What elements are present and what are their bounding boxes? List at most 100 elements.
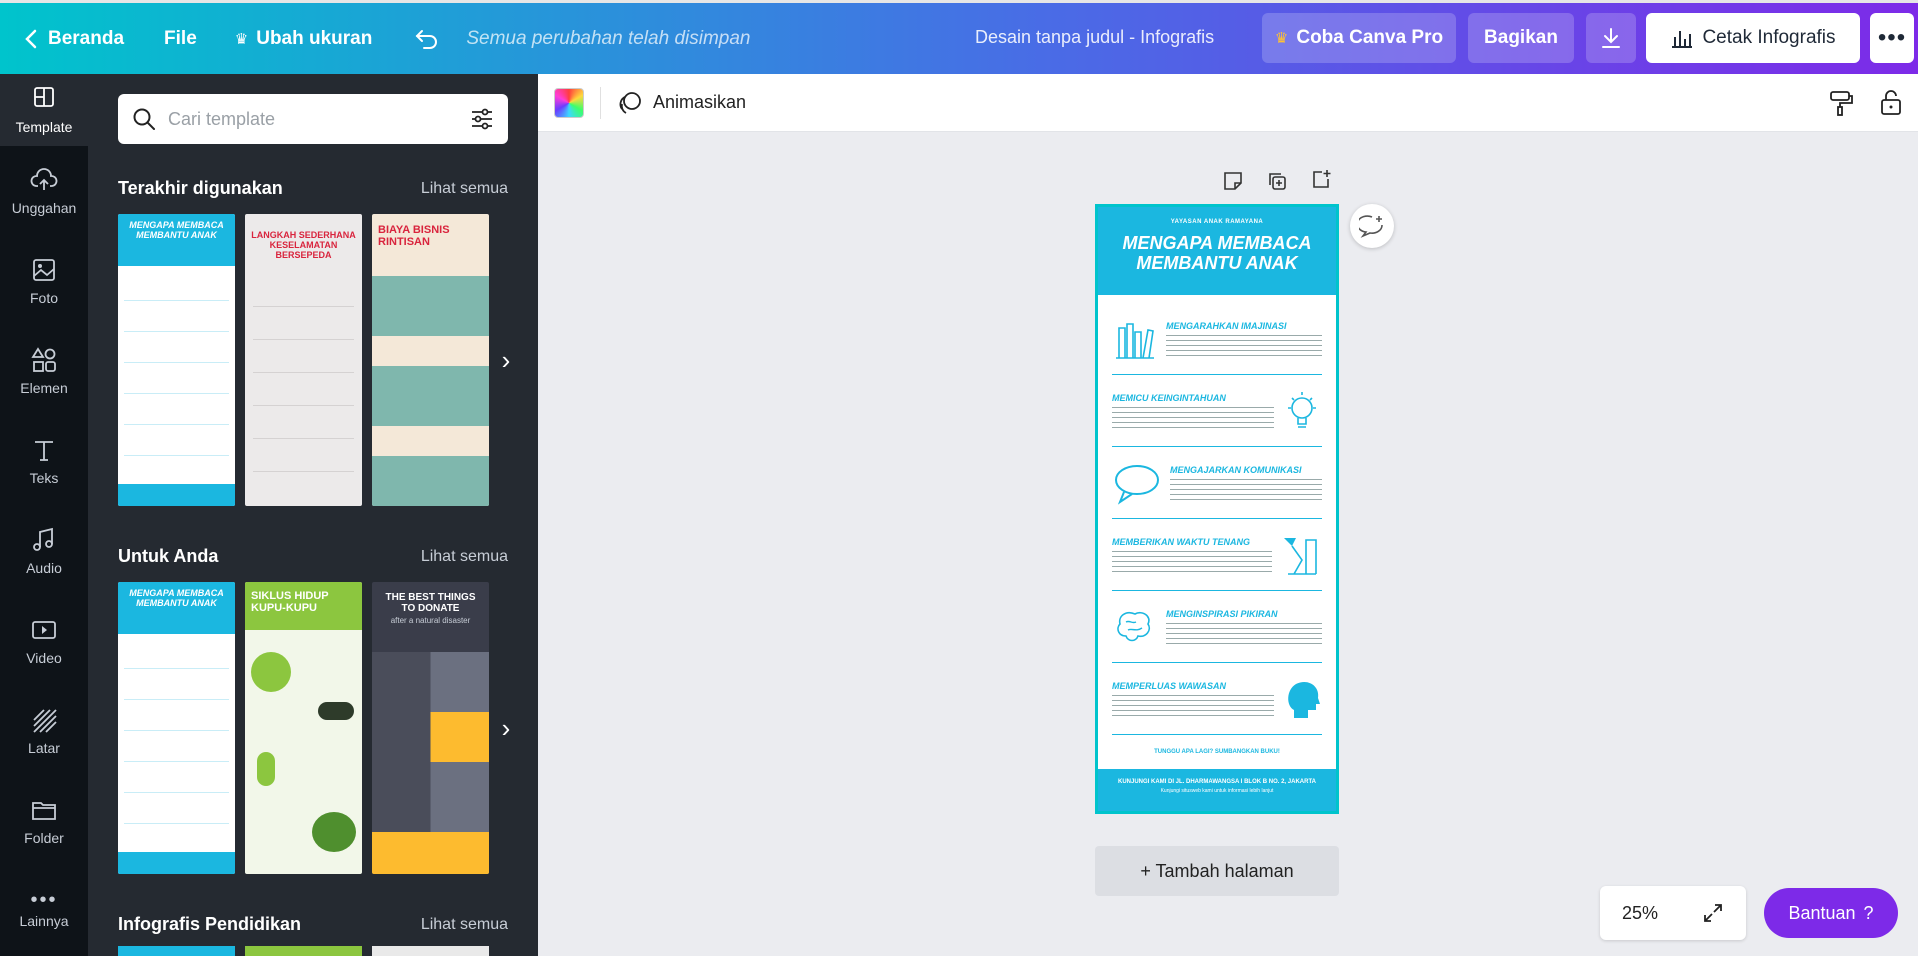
duplicate-page-icon[interactable] <box>1266 170 1288 192</box>
try-pro-button[interactable]: ♛ Coba Canva Pro <box>1262 13 1456 63</box>
rail-label: Teks <box>29 470 59 486</box>
rail-item-elements[interactable]: Elemen <box>0 326 88 416</box>
toolbar-divider <box>600 86 601 119</box>
books-icon <box>1116 322 1154 359</box>
template-thumbnail-partial[interactable] <box>118 946 235 956</box>
rail-item-audio[interactable]: Audio <box>0 506 88 596</box>
animate-icon <box>619 91 641 114</box>
home-label: Beranda <box>48 27 125 49</box>
rail-label: Unggahan <box>11 200 77 216</box>
thumbnail-heading: BIAYA BISNIS RINTISAN <box>378 224 450 248</box>
filter-sliders-icon[interactable] <box>470 107 494 131</box>
brain-icon <box>1117 611 1151 641</box>
add-page-icon[interactable] <box>1310 168 1332 190</box>
resize-label: Ubah ukuran <box>256 27 373 49</box>
save-status: Semua perubahan telah disimpan <box>466 27 751 49</box>
top-bar: Beranda File ♛ Ubah ukuran Semua perubah… <box>0 0 1918 74</box>
section-title-for-you: Untuk Anda <box>118 546 219 566</box>
share-button[interactable]: Bagikan <box>1468 13 1574 63</box>
lock-icon[interactable] <box>1878 88 1904 116</box>
template-thumbnail[interactable]: LANGKAH SEDERHANA KESELAMATAN BERSEPEDA <box>245 214 362 506</box>
rail-item-video[interactable]: Video <box>0 596 88 686</box>
cloud-upload-icon <box>30 168 58 190</box>
rail-item-photos[interactable]: Foto <box>0 236 88 326</box>
download-icon <box>1602 28 1620 48</box>
more-icon: ••• <box>1877 24 1907 51</box>
infographic-item: MENGAJARKAN KOMUNIKASI <box>1112 447 1322 519</box>
photo-icon <box>33 259 55 281</box>
expand-icon[interactable] <box>1702 902 1724 924</box>
add-page-button[interactable]: + Tambah halaman <box>1095 846 1339 896</box>
see-all-recent-link[interactable]: Lihat semua <box>421 180 508 198</box>
animate-button[interactable]: Animasikan <box>617 90 746 116</box>
template-thumbnail[interactable]: SIKLUS HIDUP KUPU-KUPU <box>245 582 362 874</box>
thumbnail-heading: MENGAPA MEMBACA MEMBANTU ANAK <box>118 214 235 266</box>
template-thumbnail-partial[interactable] <box>245 946 362 956</box>
video-icon <box>32 621 56 639</box>
thumbnail-heading: MENGAPA MEMBACA MEMBANTU ANAK <box>118 582 235 634</box>
document-title[interactable]: Desain tanpa judul - Infografis <box>975 27 1214 48</box>
side-rail: Template Unggahan Foto Elemen Teks Audio… <box>0 74 88 956</box>
carousel-next-arrow[interactable]: › <box>492 345 520 375</box>
recent-templates-row: MENGAPA MEMBACA MEMBANTU ANAK LANGKAH SE… <box>118 214 489 506</box>
paint-roller-icon[interactable] <box>1826 89 1854 117</box>
music-note-icon <box>33 527 53 551</box>
see-all-education-link[interactable]: Lihat semua <box>421 916 508 934</box>
template-search[interactable] <box>118 94 508 144</box>
more-dots-icon: ••• <box>30 889 58 911</box>
print-infographic-button[interactable]: Cetak Infografis <box>1646 13 1860 63</box>
rail-item-text[interactable]: Teks <box>0 416 88 506</box>
thumbnail-heading: SIKLUS HIDUP KUPU-KUPU <box>245 582 362 630</box>
infographic-item: MEMPERLUAS WAWASAN <box>1112 663 1322 735</box>
question-mark-icon: ? <box>1863 902 1874 923</box>
thumbnail-subheading: after a natural disaster <box>390 616 471 625</box>
file-menu-button[interactable]: File <box>152 15 209 63</box>
zoom-control[interactable]: 25% <box>1600 886 1746 940</box>
infographic-title: MENGAPA MEMBACA MEMBANTU ANAK <box>1122 233 1312 273</box>
print-label: Cetak Infografis <box>1702 27 1836 48</box>
template-thumbnail[interactable]: MENGAPA MEMBACA MEMBANTU ANAK <box>118 214 235 506</box>
rail-label: Lainnya <box>19 913 69 929</box>
editor-toolbar: Animasikan <box>538 74 1918 132</box>
home-button[interactable]: Beranda <box>0 15 136 63</box>
call-to-action: TUNGGU APA LAGI? SUMBANGKAN BUKU! <box>1154 749 1280 755</box>
template-icon <box>34 87 54 107</box>
help-button[interactable]: Bantuan ? <box>1764 888 1898 938</box>
folder-icon <box>32 802 56 820</box>
carousel-next-arrow[interactable]: › <box>492 713 520 743</box>
add-comment-button[interactable] <box>1350 204 1394 248</box>
rail-item-background[interactable]: Latar <box>0 686 88 776</box>
rail-label: Elemen <box>20 380 68 396</box>
search-icon <box>133 108 155 130</box>
for-you-templates-row: MENGAPA MEMBACA MEMBANTU ANAK SIKLUS HID… <box>118 582 489 874</box>
bar-chart-icon <box>1672 31 1693 48</box>
download-button[interactable] <box>1586 13 1636 63</box>
item-heading: MENGINSPIRASI PIKIRAN <box>1166 608 1278 619</box>
rail-item-more[interactable]: ••• Lainnya <box>0 866 88 956</box>
template-thumbnail-partial[interactable] <box>372 946 489 956</box>
rail-label: Template <box>15 119 73 135</box>
more-options-button[interactable]: ••• <box>1870 13 1914 63</box>
undo-button[interactable] <box>402 15 452 63</box>
rail-item-uploads[interactable]: Unggahan <box>0 146 88 236</box>
rail-item-folder[interactable]: Folder <box>0 776 88 866</box>
share-label: Bagikan <box>1484 27 1558 48</box>
speech-bubble-icon <box>1115 464 1159 505</box>
template-thumbnail[interactable]: MENGAPA MEMBACA MEMBANTU ANAK <box>118 582 235 874</box>
template-thumbnail[interactable]: THE BEST THINGS TO DONATE after a natura… <box>372 582 489 874</box>
design-page[interactable]: YAYASAN ANAK RAMAYANA MENGAPA MEMBACA ME… <box>1095 204 1339 814</box>
zoom-level[interactable]: 25% <box>1622 903 1658 924</box>
rail-label: Foto <box>29 290 58 306</box>
resize-button[interactable]: ♛ Ubah ukuran <box>223 15 385 63</box>
comment-plus-icon <box>1359 215 1383 238</box>
rail-item-template[interactable]: Template <box>0 74 88 146</box>
infographic-item: MENGINSPIRASI PIKIRAN <box>1112 591 1322 663</box>
see-all-for-you-link[interactable]: Lihat semua <box>421 548 508 566</box>
canvas-area: YAYASAN ANAK RAMAYANA MENGAPA MEMBACA ME… <box>538 132 1918 956</box>
search-input[interactable] <box>168 108 458 130</box>
add-note-icon[interactable] <box>1222 170 1244 192</box>
infographic-item: MEMICU KEINGINTAHUAN <box>1112 375 1322 447</box>
item-heading: MEMBERIKAN WAKTU TENANG <box>1112 536 1250 547</box>
template-thumbnail[interactable]: BIAYA BISNIS RINTISAN <box>372 214 489 506</box>
color-picker-button[interactable] <box>554 87 584 118</box>
